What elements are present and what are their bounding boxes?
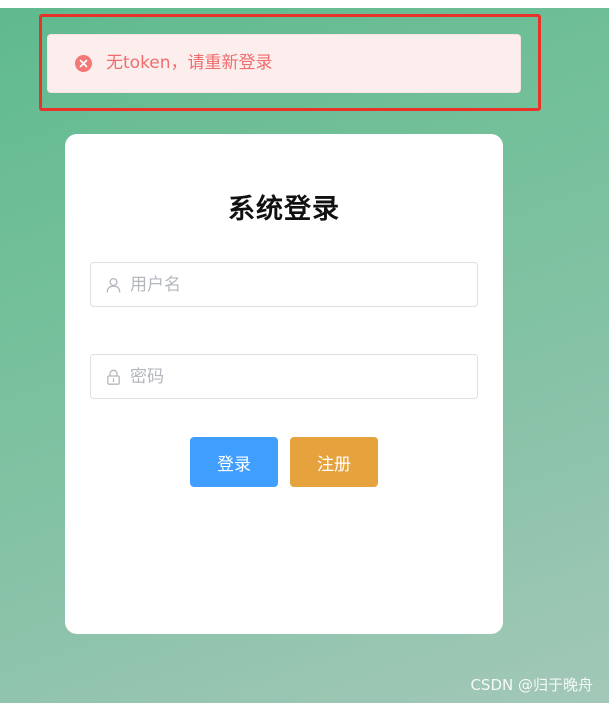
top-strip (0, 0, 609, 8)
login-button[interactable]: 登录 (190, 437, 278, 487)
page-title: 系统登录 (228, 194, 340, 225)
watermark-text: CSDN @归于晚舟 (470, 676, 593, 694)
username-field[interactable] (90, 262, 478, 307)
username-input[interactable] (130, 274, 460, 295)
annotation-highlight-frame (39, 14, 541, 111)
lock-icon (105, 369, 121, 385)
user-icon (105, 277, 121, 293)
register-button[interactable]: 注册 (290, 437, 378, 487)
password-field[interactable] (90, 354, 478, 399)
password-input[interactable] (130, 366, 460, 387)
login-card: 系统登录 登录 注册 (65, 134, 503, 634)
